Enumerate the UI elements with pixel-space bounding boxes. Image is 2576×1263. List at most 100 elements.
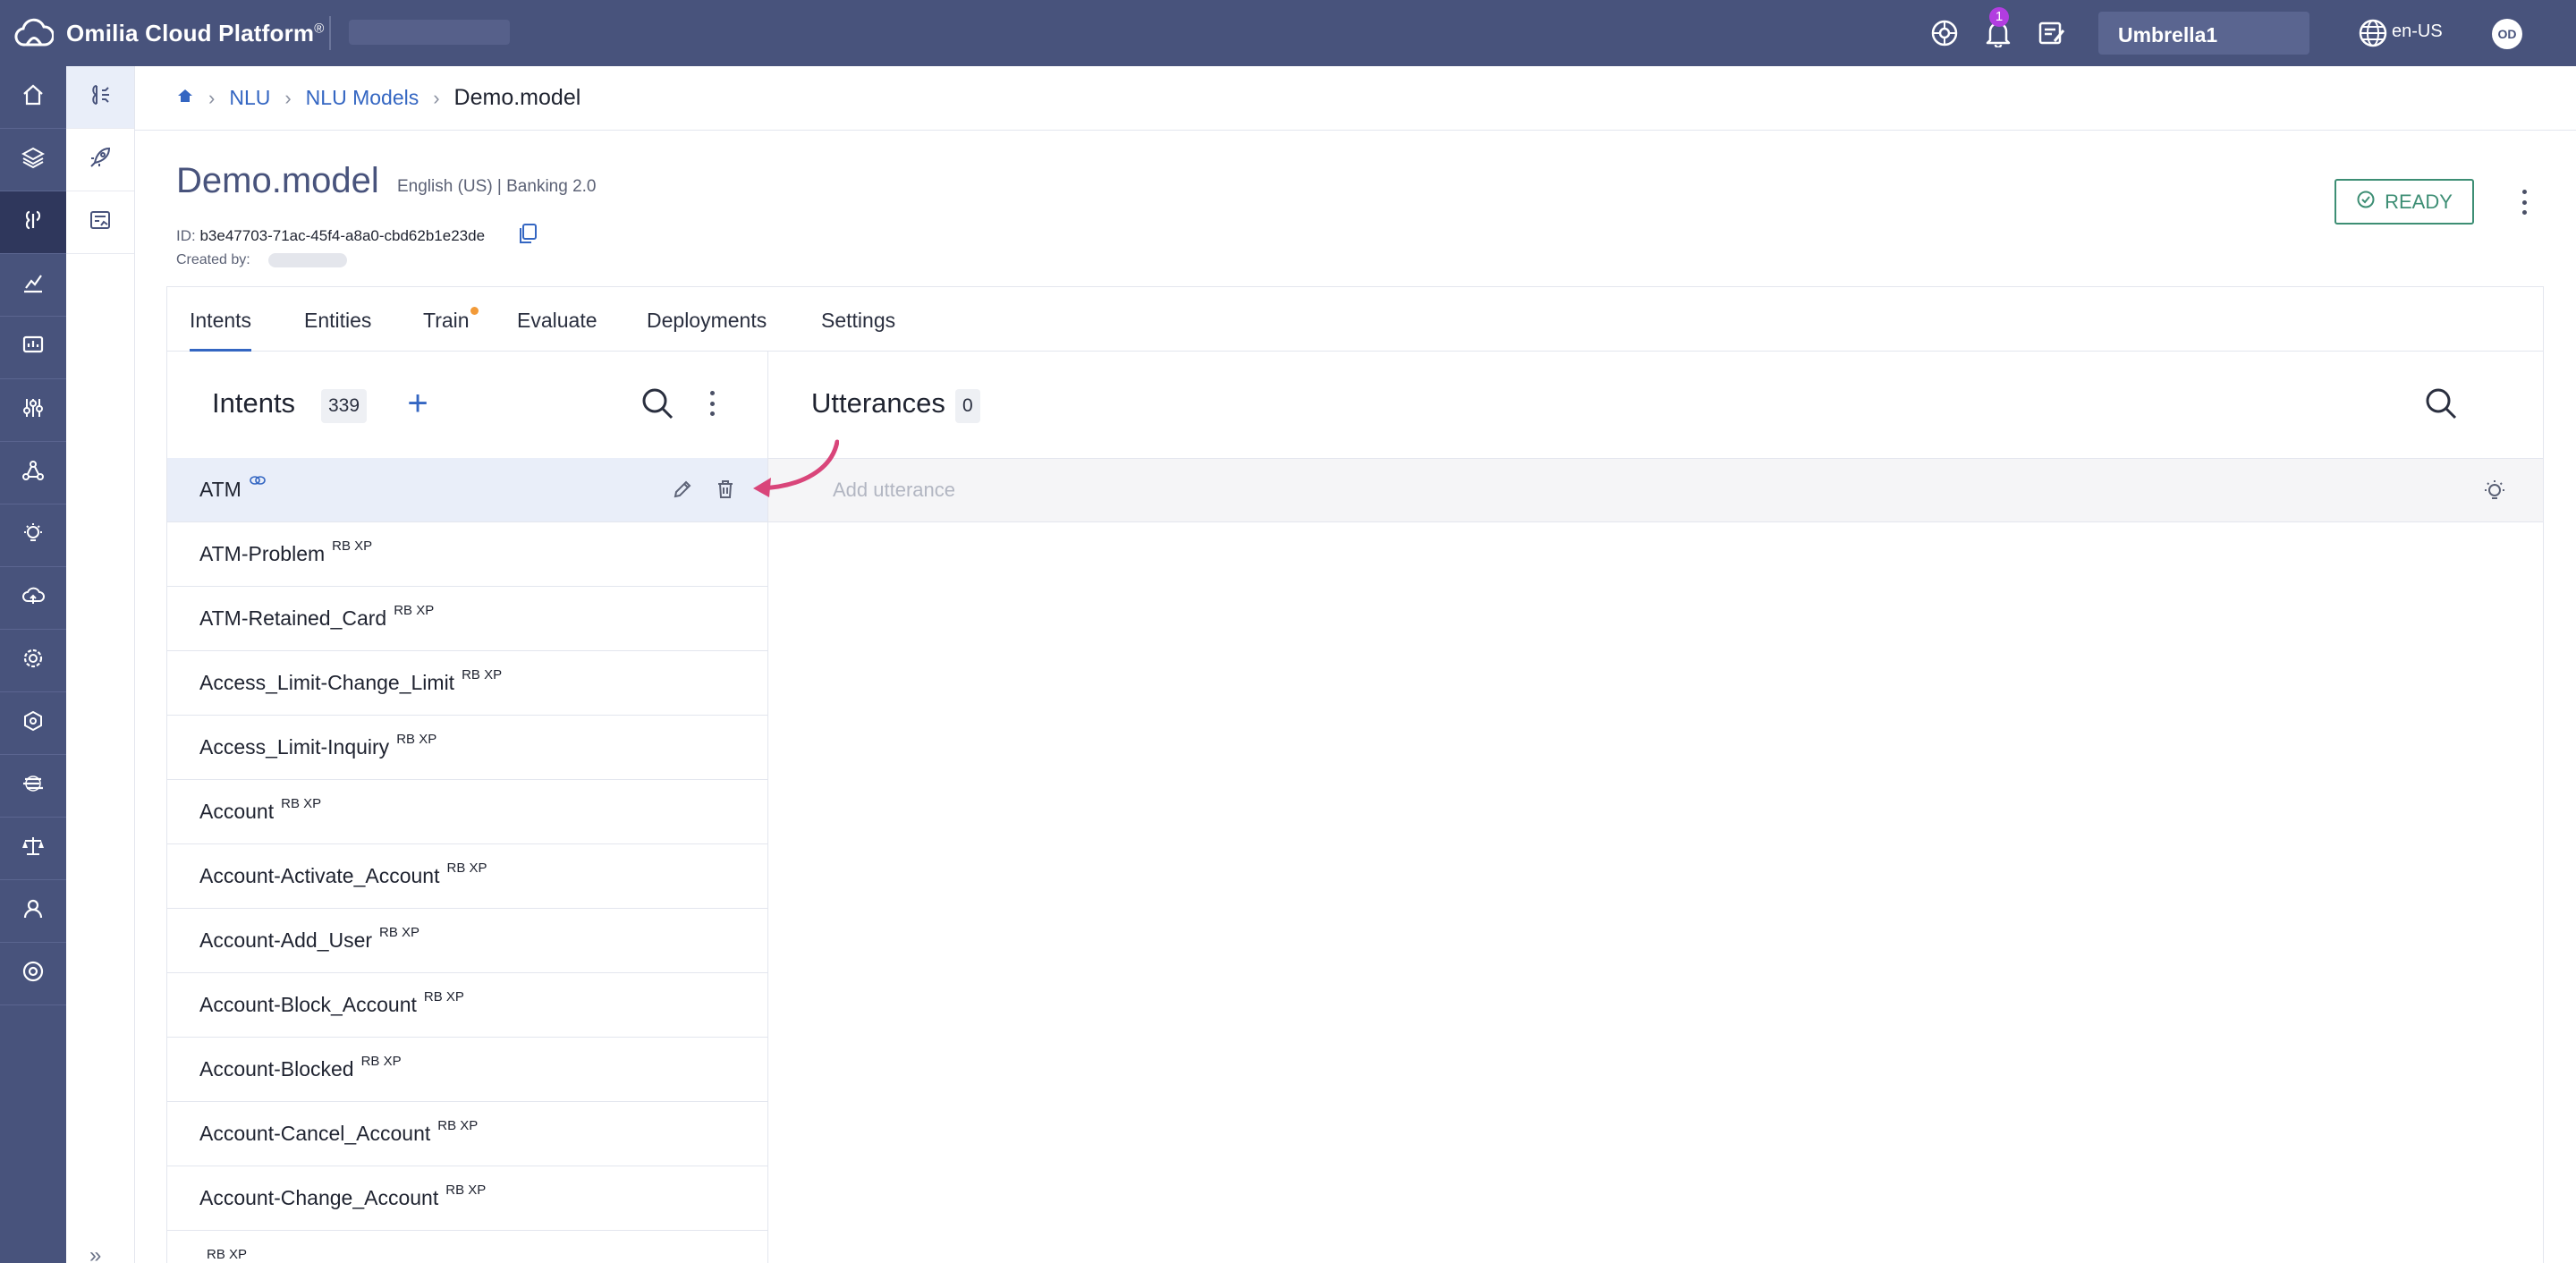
add-intent-button[interactable]: +	[398, 384, 437, 423]
intents-count: 339	[321, 389, 368, 423]
subnav-deploy[interactable]	[66, 129, 134, 191]
expand-nav-button[interactable]: »	[89, 1243, 101, 1263]
main-nav	[0, 66, 66, 1263]
crumb-separator: ›	[433, 86, 440, 109]
app-name[interactable]: Omilia Cloud Platform®	[66, 20, 325, 47]
nav-cloud[interactable]	[0, 567, 66, 630]
insights-bulb-icon	[21, 521, 45, 549]
list-item[interactable]: RB XP	[167, 1231, 767, 1263]
list-item[interactable]: Access_Limit-Inquiry RB XP	[167, 716, 767, 780]
tenant-selector[interactable]: Umbrella1	[2098, 12, 2309, 55]
delete-icon[interactable]	[712, 476, 739, 503]
intent-name: Account-Cancel_Account	[199, 1122, 431, 1145]
cloud-upload-icon	[21, 584, 45, 612]
globe-icon[interactable]	[2356, 16, 2390, 50]
home-crumb-icon[interactable]	[176, 86, 194, 110]
edit-icon[interactable]	[669, 476, 696, 503]
list-item[interactable]: Account-Block_Account RB XP	[167, 973, 767, 1038]
cloud-logo-icon[interactable]	[14, 18, 55, 48]
monitor-icon	[21, 334, 45, 361]
release-notes-icon[interactable]	[2035, 16, 2069, 50]
list-item[interactable]: Account-Blocked RB XP	[167, 1038, 767, 1102]
add-utterance-input[interactable]	[768, 459, 2468, 521]
intent-tag: RB XP	[281, 796, 322, 811]
crumb-nlu-models[interactable]: NLU Models	[306, 86, 419, 110]
nav-nlu[interactable]	[0, 191, 66, 254]
nav-balance[interactable]	[0, 818, 66, 880]
rocket-icon	[88, 145, 113, 174]
copy-icon[interactable]	[517, 222, 538, 250]
subnav-models[interactable]	[66, 66, 134, 129]
intent-name: Account-Blocked	[199, 1057, 354, 1081]
intent-name: Account-Change_Account	[199, 1186, 439, 1209]
created-by-label: Created by:	[176, 252, 250, 267]
intents-more-icon[interactable]	[706, 389, 718, 418]
list-item[interactable]: Account RB XP	[167, 780, 767, 844]
intent-tag: RB XP	[394, 603, 435, 618]
search-icon[interactable]	[640, 386, 675, 426]
intent-name: Account-Add_User	[199, 928, 373, 952]
divider	[329, 16, 331, 50]
status-badge[interactable]: READY	[2334, 179, 2474, 225]
nav-package[interactable]	[0, 692, 66, 755]
tab-settings[interactable]: Settings	[821, 309, 895, 352]
orchestrator-icon	[21, 772, 45, 800]
section-nav: »	[66, 66, 135, 1263]
notification-badge: 1	[1989, 7, 2009, 27]
intent-tag: RB XP	[437, 1118, 479, 1133]
linked-icon	[249, 474, 267, 490]
list-item[interactable]: Account-Cancel_Account RB XP	[167, 1102, 767, 1166]
sliders-icon	[21, 396, 45, 424]
list-item[interactable]: Account-Activate_Account RB XP	[167, 844, 767, 909]
more-options-icon[interactable]	[2515, 186, 2533, 218]
nlu-icon	[21, 208, 45, 236]
nav-orchestrator[interactable]	[0, 755, 66, 818]
model-panel: Intents Entities Train Evaluate Deployme…	[166, 286, 2544, 1263]
intent-list: ATM ATM-Problem RB XP ATM-Retained_Card RB…	[167, 458, 767, 1263]
intent-tag: RB XP	[360, 1054, 402, 1069]
nav-users[interactable]	[0, 880, 66, 943]
lightbulb-icon[interactable]	[2482, 479, 2507, 508]
user-icon	[21, 897, 45, 925]
list-item[interactable]: Access_Limit-Change_Limit RB XP	[167, 651, 767, 716]
intents-title: Intents	[212, 387, 296, 419]
crumb-separator: ›	[208, 86, 216, 109]
nav-sliders[interactable]	[0, 379, 66, 442]
list-item[interactable]: ATM	[167, 458, 767, 522]
package-icon	[21, 709, 45, 737]
nav-monitor[interactable]	[0, 317, 66, 379]
tab-train[interactable]: Train	[423, 309, 470, 352]
tab-deployments[interactable]: Deployments	[647, 309, 767, 352]
list-item[interactable]: ATM-Retained_Card RB XP	[167, 587, 767, 651]
nav-layers[interactable]	[0, 129, 66, 191]
tab-entities[interactable]: Entities	[304, 309, 371, 352]
created-by-value	[268, 253, 347, 267]
nav-support[interactable]	[0, 943, 66, 1005]
list-item[interactable]: ATM-Problem RB XP	[167, 522, 767, 587]
crumb-separator: ›	[284, 86, 292, 109]
nav-home[interactable]	[0, 66, 66, 129]
avatar[interactable]: OD	[2492, 19, 2522, 49]
nav-settings[interactable]	[0, 630, 66, 692]
language-selector[interactable]: en-US	[2392, 21, 2443, 42]
utterance-search-icon[interactable]	[2423, 386, 2459, 426]
nav-network[interactable]	[0, 442, 66, 504]
model-subtitle: English (US) | Banking 2.0	[397, 177, 597, 196]
home-icon	[21, 83, 45, 111]
tab-intents[interactable]: Intents	[190, 309, 252, 352]
model-id-label: ID:	[176, 227, 196, 244]
help-wheel-icon[interactable]	[1928, 16, 1962, 50]
nav-insights[interactable]	[0, 504, 66, 567]
intents-header: Intents 339 +	[167, 352, 767, 458]
workspace-selector[interactable]	[349, 20, 510, 45]
tab-evaluate[interactable]: Evaluate	[517, 309, 597, 352]
nav-analytics[interactable]	[0, 254, 66, 317]
list-item[interactable]: Account-Add_User RB XP	[167, 909, 767, 973]
list-item[interactable]: Account-Change_Account RB XP	[167, 1166, 767, 1231]
crumb-nlu[interactable]: NLU	[229, 86, 270, 110]
intent-tag: RB XP	[332, 538, 373, 554]
support-icon	[21, 960, 45, 988]
intent-tag: RB XP	[445, 1182, 487, 1198]
subnav-reports[interactable]	[66, 191, 134, 254]
network-icon	[21, 459, 45, 487]
